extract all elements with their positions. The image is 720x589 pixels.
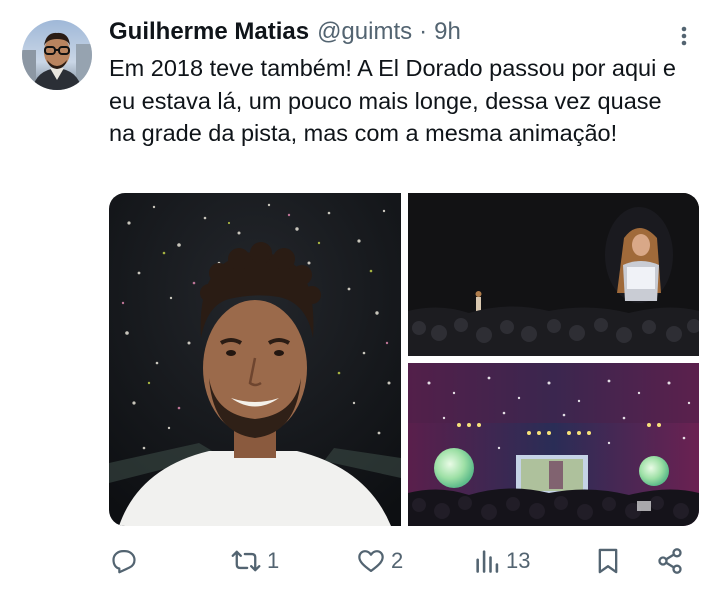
share-button[interactable]	[656, 541, 684, 581]
like-button[interactable]: 2	[357, 541, 403, 581]
retweet-count: 1	[267, 548, 280, 573]
user-handle[interactable]: @guimts	[317, 18, 412, 46]
display-name[interactable]: Guilherme Matias	[109, 18, 309, 46]
more-icon	[681, 26, 687, 46]
tweet-header: Guilherme Matias @guimts · 9h	[109, 18, 461, 46]
media-photo-stage-screen[interactable]	[408, 193, 699, 356]
avatar-image	[22, 20, 92, 90]
reply-icon	[112, 549, 136, 574]
retweet-button[interactable]: 1	[231, 541, 279, 581]
timestamp[interactable]: 9h	[434, 18, 461, 46]
share-icon	[658, 548, 682, 574]
separator-dot: ·	[419, 18, 428, 45]
media-photo-concert-confetti[interactable]	[408, 363, 699, 526]
reply-button[interactable]	[110, 541, 144, 581]
bookmark-icon	[598, 548, 618, 574]
heart-icon	[358, 550, 384, 573]
more-options-button[interactable]	[672, 22, 696, 50]
media-photo-selfie[interactable]	[109, 193, 401, 526]
media-grid	[109, 193, 699, 526]
bookmark-button[interactable]	[596, 541, 620, 581]
like-count: 2	[391, 548, 404, 573]
retweet-icon	[231, 550, 261, 572]
tweet-text: Em 2018 teve também! A El Dorado passou …	[109, 55, 676, 146]
tweet-actions: 1 2 13	[0, 541, 720, 581]
views-icon	[476, 550, 499, 573]
views-count: 13	[506, 548, 531, 573]
avatar[interactable]	[22, 20, 92, 90]
views-button[interactable]: 13	[474, 541, 530, 581]
